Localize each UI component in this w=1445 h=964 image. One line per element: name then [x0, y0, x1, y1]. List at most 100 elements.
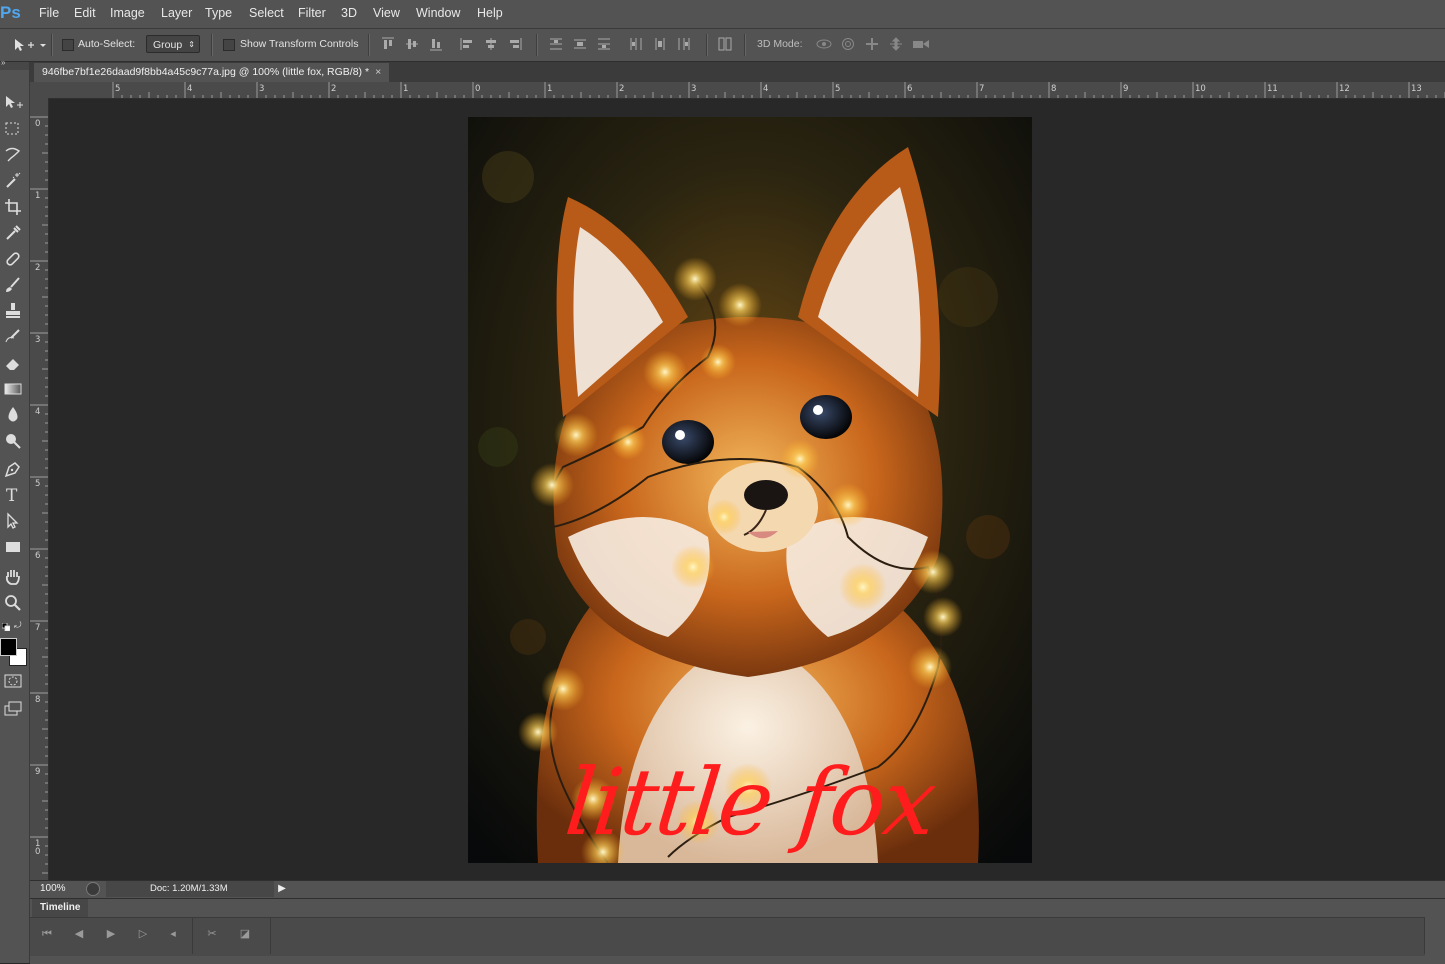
- auto-select-target-dropdown[interactable]: Group ⇕: [146, 35, 200, 53]
- foreground-color-swatch[interactable]: [0, 638, 17, 656]
- 3d-scale-icon[interactable]: [912, 37, 932, 51]
- toolbar-grip[interactable]: »: [0, 58, 29, 70]
- horizontal-ruler[interactable]: 5 4 3 2 1 0 1 2 3 4 5 6 7 8 9 10 11 12 13: [48, 82, 1445, 99]
- menu-filter[interactable]: Filter: [298, 6, 326, 20]
- ruler-origin[interactable]: [30, 82, 48, 98]
- ruler-label: 13: [1411, 84, 1422, 94]
- auto-align-layers-icon[interactable]: [718, 37, 732, 51]
- separator: [51, 34, 53, 56]
- distribute-right-icon[interactable]: [677, 37, 691, 51]
- transition-icon[interactable]: ◪: [238, 927, 252, 941]
- menu-image[interactable]: Image: [110, 6, 145, 20]
- pen-tool[interactable]: [2, 458, 24, 480]
- marquee-tool[interactable]: [2, 118, 24, 140]
- align-right-edges-icon[interactable]: [508, 37, 522, 51]
- distribute-top-icon[interactable]: [549, 37, 563, 51]
- history-brush-tool[interactable]: [2, 326, 24, 348]
- distribute-vertical-centers-icon[interactable]: [573, 37, 587, 51]
- 3d-pan-icon[interactable]: [865, 37, 879, 51]
- photoshop-logo: Ps: [0, 3, 21, 22]
- document-info[interactable]: Doc: 1.20M/1.33M: [106, 881, 274, 897]
- path-selection-tool[interactable]: [2, 510, 24, 532]
- ruler-label: 3: [691, 84, 696, 94]
- 3d-slide-icon[interactable]: [889, 37, 903, 51]
- screen-mode-icon: [4, 701, 22, 716]
- screen-mode-button[interactable]: [2, 698, 24, 720]
- lasso-tool[interactable]: [2, 144, 24, 166]
- auto-select-checkbox[interactable]: [62, 39, 74, 51]
- separator: [536, 34, 538, 56]
- ruler-label: 12: [1339, 84, 1350, 94]
- menu-help[interactable]: Help: [477, 6, 503, 20]
- type-tool[interactable]: T: [2, 484, 24, 506]
- ruler-label: 4: [187, 84, 192, 94]
- move-tool[interactable]: [2, 92, 24, 114]
- menu-file[interactable]: File: [39, 6, 59, 20]
- menu-view[interactable]: View: [373, 6, 400, 20]
- eyedropper-tool[interactable]: [2, 222, 24, 244]
- rectangle-tool[interactable]: [2, 536, 24, 558]
- hand-tool[interactable]: [2, 566, 24, 588]
- previous-frame-icon[interactable]: ◀: [72, 927, 86, 941]
- zoom-icon: [5, 595, 21, 611]
- dodge-tool[interactable]: [2, 430, 24, 452]
- separator: [744, 34, 746, 56]
- tool-preset-picker[interactable]: [12, 36, 46, 54]
- dodge-icon: [6, 434, 21, 449]
- show-transform-checkbox[interactable]: [223, 39, 235, 51]
- ruler-label: 3: [259, 84, 264, 94]
- swap-colors-icon[interactable]: ⤾: [14, 620, 24, 630]
- audio-icon[interactable]: ◂: [166, 927, 180, 941]
- tools-panel: » T ⤾: [0, 58, 30, 963]
- clone-stamp-tool[interactable]: [2, 300, 24, 322]
- go-to-first-frame-icon[interactable]: ⏮: [40, 927, 54, 941]
- zoom-level[interactable]: 100%: [40, 883, 66, 894]
- play-right-icon[interactable]: ▶: [275, 882, 289, 896]
- healing-brush-icon: [6, 252, 20, 266]
- distribute-left-icon[interactable]: [629, 37, 643, 51]
- magic-wand-tool[interactable]: [2, 170, 24, 192]
- align-vertical-centers-icon[interactable]: [405, 37, 419, 51]
- play-icon[interactable]: ▶: [104, 927, 118, 941]
- split-at-playhead-icon[interactable]: ✂: [204, 927, 220, 941]
- align-top-edges-icon[interactable]: [381, 37, 395, 51]
- align-bottom-edges-icon[interactable]: [429, 37, 443, 51]
- ruler-label: 1: [403, 84, 408, 94]
- healing-brush-tool[interactable]: [2, 248, 24, 270]
- ruler-label: 6: [35, 551, 40, 561]
- crop-tool[interactable]: [2, 196, 24, 218]
- default-colors-icon[interactable]: [1, 620, 11, 632]
- separator: [368, 34, 370, 56]
- 3d-rotate-icon[interactable]: [815, 37, 833, 51]
- 3d-roll-icon[interactable]: [841, 37, 855, 51]
- distribute-horizontal-centers-icon[interactable]: [653, 37, 667, 51]
- document-image[interactable]: little fox: [468, 117, 1032, 863]
- blur-tool[interactable]: [2, 404, 24, 426]
- menu-layer[interactable]: Layer: [161, 6, 192, 20]
- zoom-tool[interactable]: [2, 592, 24, 614]
- align-horizontal-centers-icon[interactable]: [484, 37, 498, 51]
- text-layer-little-fox[interactable]: little fox: [468, 749, 1032, 856]
- menu-select[interactable]: Select: [249, 6, 284, 20]
- quick-mask-button[interactable]: [2, 670, 24, 692]
- proof-setup-icon[interactable]: [86, 882, 100, 896]
- next-frame-icon[interactable]: ▷: [136, 927, 150, 941]
- menu-3d[interactable]: 3D: [341, 6, 357, 20]
- separator: [211, 34, 213, 56]
- menu-edit[interactable]: Edit: [74, 6, 96, 20]
- brush-tool[interactable]: [2, 274, 24, 296]
- vertical-ruler[interactable]: 012345678910: [30, 98, 49, 880]
- document-tab[interactable]: 946fbe7bf1e26daad9f8bb4a45c9c77a.jpg @ 1…: [34, 63, 390, 82]
- ruler-label: 1: [547, 84, 552, 94]
- align-left-edges-icon[interactable]: [460, 37, 474, 51]
- timeline-tab[interactable]: Timeline: [32, 899, 89, 917]
- eraser-tool[interactable]: [2, 352, 24, 374]
- menu-bar: Ps File Edit Image Layer Type Select Fil…: [0, 0, 1445, 29]
- menu-window[interactable]: Window: [416, 6, 460, 20]
- menu-type[interactable]: Type: [205, 6, 232, 20]
- separator: [706, 34, 708, 56]
- gradient-tool[interactable]: [2, 378, 24, 400]
- close-icon[interactable]: ×: [375, 66, 381, 78]
- distribute-bottom-icon[interactable]: [597, 37, 611, 51]
- ruler-label: 10: [1195, 84, 1206, 94]
